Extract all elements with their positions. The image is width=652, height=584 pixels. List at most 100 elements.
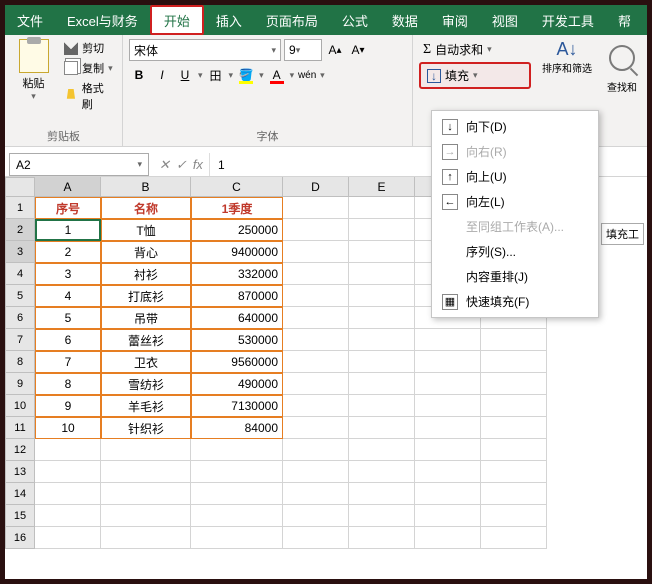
tab-view[interactable]: 视图 — [480, 5, 530, 35]
fill-right-item[interactable]: →向右(R) — [432, 139, 598, 164]
cell[interactable]: 9400000 — [191, 241, 283, 263]
autosum-button[interactable]: Σ自动求和▾ — [419, 39, 531, 60]
cell[interactable] — [349, 527, 415, 549]
border-button[interactable]: 田 — [206, 65, 226, 85]
cell[interactable] — [283, 461, 349, 483]
cell[interactable]: 8 — [35, 373, 101, 395]
cell[interactable]: 490000 — [191, 373, 283, 395]
cell[interactable] — [283, 417, 349, 439]
cell[interactable] — [349, 439, 415, 461]
cell[interactable] — [283, 197, 349, 219]
cell[interactable] — [349, 263, 415, 285]
bold-button[interactable]: B — [129, 65, 149, 85]
cell[interactable]: 530000 — [191, 329, 283, 351]
cell[interactable] — [283, 373, 349, 395]
cell[interactable] — [349, 307, 415, 329]
name-box[interactable]: A2▾ — [9, 153, 149, 176]
cell[interactable] — [283, 219, 349, 241]
cell[interactable]: 打底衫 — [101, 285, 191, 307]
cell[interactable] — [35, 439, 101, 461]
row-header[interactable]: 1 — [5, 197, 35, 219]
cell[interactable] — [415, 439, 481, 461]
row-header[interactable]: 14 — [5, 483, 35, 505]
italic-button[interactable]: I — [152, 65, 172, 85]
row-header[interactable]: 15 — [5, 505, 35, 527]
cell[interactable] — [349, 219, 415, 241]
cell[interactable] — [415, 351, 481, 373]
cell[interactable]: 名称 — [101, 197, 191, 219]
cell[interactable] — [101, 527, 191, 549]
cell[interactable]: 背心 — [101, 241, 191, 263]
row-header[interactable]: 8 — [5, 351, 35, 373]
copy-button[interactable]: 复制▾ — [62, 59, 116, 77]
cell[interactable] — [349, 285, 415, 307]
cell[interactable] — [481, 395, 547, 417]
cell[interactable]: 序号 — [35, 197, 101, 219]
cell[interactable] — [349, 461, 415, 483]
cell[interactable]: 4 — [35, 285, 101, 307]
cell[interactable] — [101, 505, 191, 527]
cell[interactable] — [481, 461, 547, 483]
cell[interactable] — [349, 241, 415, 263]
fx-icon[interactable]: fx — [193, 157, 203, 172]
cell[interactable]: 7 — [35, 351, 101, 373]
cell[interactable]: 250000 — [191, 219, 283, 241]
cell[interactable]: 6 — [35, 329, 101, 351]
phonetic-button[interactable]: wén — [297, 65, 317, 85]
cell[interactable] — [481, 527, 547, 549]
cell[interactable] — [283, 483, 349, 505]
font-name-select[interactable]: 宋体▾ — [129, 39, 281, 61]
tab-layout[interactable]: 页面布局 — [254, 5, 330, 35]
cell[interactable] — [481, 505, 547, 527]
cell[interactable]: 2 — [35, 241, 101, 263]
cell[interactable]: 蕾丝衫 — [101, 329, 191, 351]
cell[interactable] — [415, 395, 481, 417]
row-header[interactable]: 5 — [5, 285, 35, 307]
tab-dev[interactable]: 开发工具 — [530, 5, 606, 35]
cancel-icon[interactable]: ✕ — [159, 157, 170, 173]
cell[interactable] — [283, 351, 349, 373]
cell[interactable] — [349, 351, 415, 373]
cell[interactable] — [349, 395, 415, 417]
find-group[interactable]: 查找和 — [597, 35, 647, 146]
row-header[interactable]: 2 — [5, 219, 35, 241]
underline-button[interactable]: U — [175, 65, 195, 85]
cell[interactable] — [349, 373, 415, 395]
row-header[interactable]: 11 — [5, 417, 35, 439]
cell[interactable]: 1季度 — [191, 197, 283, 219]
cell[interactable]: 卫衣 — [101, 351, 191, 373]
cell[interactable]: 羊毛衫 — [101, 395, 191, 417]
row-header[interactable]: 12 — [5, 439, 35, 461]
cell[interactable] — [415, 527, 481, 549]
tab-file[interactable]: 文件 — [5, 5, 55, 35]
cell[interactable] — [415, 483, 481, 505]
row-header[interactable]: 10 — [5, 395, 35, 417]
cell[interactable] — [283, 527, 349, 549]
cell[interactable] — [481, 417, 547, 439]
cell[interactable] — [415, 505, 481, 527]
row-header[interactable]: 13 — [5, 461, 35, 483]
cell[interactable]: 吊带 — [101, 307, 191, 329]
select-all-corner[interactable] — [5, 177, 35, 197]
cell[interactable] — [101, 439, 191, 461]
cell[interactable] — [191, 461, 283, 483]
row-header[interactable]: 9 — [5, 373, 35, 395]
cell[interactable] — [35, 527, 101, 549]
tab-formula[interactable]: 公式 — [330, 5, 380, 35]
cell[interactable]: 10 — [35, 417, 101, 439]
fill-up-item[interactable]: ↑向上(U) — [432, 164, 598, 189]
cell[interactable] — [283, 395, 349, 417]
col-header-b[interactable]: B — [101, 177, 191, 197]
decrease-font-button[interactable]: A▾ — [348, 40, 368, 60]
cell[interactable] — [349, 417, 415, 439]
cell[interactable]: 84000 — [191, 417, 283, 439]
tab-help[interactable]: 帮 — [606, 5, 643, 35]
cell[interactable] — [283, 505, 349, 527]
cell[interactable] — [349, 197, 415, 219]
cell[interactable] — [283, 329, 349, 351]
cell[interactable] — [101, 483, 191, 505]
cell[interactable]: 衬衫 — [101, 263, 191, 285]
tab-excel-finance[interactable]: Excel与财务 — [55, 5, 150, 35]
col-header-c[interactable]: C — [191, 177, 283, 197]
cell[interactable]: 9 — [35, 395, 101, 417]
